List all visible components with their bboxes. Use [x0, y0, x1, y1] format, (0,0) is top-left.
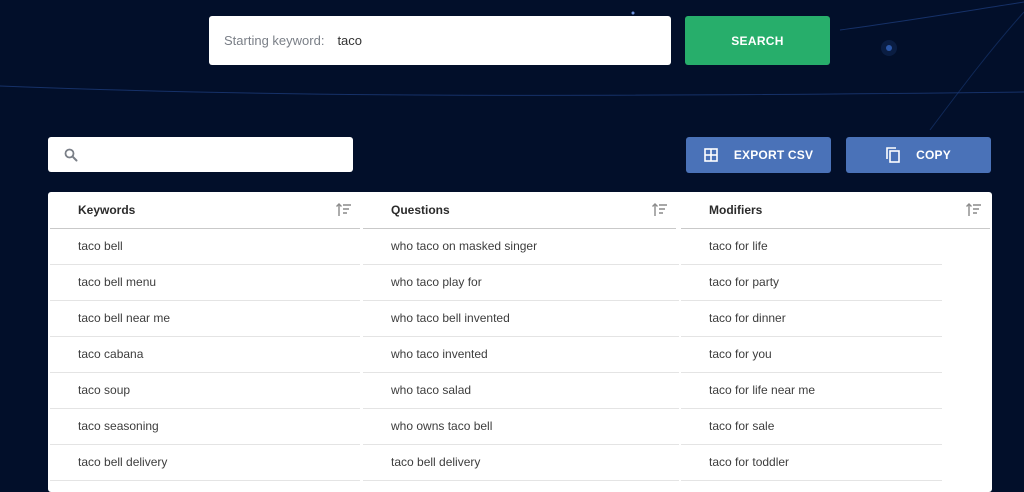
question-cell[interactable]: who taco play for — [363, 265, 679, 301]
keyword-cell[interactable]: taco seasoning — [50, 409, 360, 445]
modifier-cell[interactable]: taco for sale — [681, 409, 942, 445]
column-title-modifiers: Modifiers — [709, 203, 763, 217]
keyword-cell[interactable]: taco bell near me — [50, 301, 360, 337]
keyword-cell[interactable]: taco cabana — [50, 337, 360, 373]
column-title-questions: Questions — [391, 203, 450, 217]
question-cell[interactable]: who owns taco bell — [363, 409, 679, 445]
table-row: taco bell menu who taco play for taco fo… — [50, 265, 942, 301]
starting-keyword-field[interactable]: Starting keyword: — [209, 16, 671, 65]
question-cell[interactable]: who taco salad — [363, 373, 679, 409]
copy-label: COPY — [916, 148, 951, 162]
question-cell[interactable]: who taco invented — [363, 337, 679, 373]
export-csv-label: EXPORT CSV — [733, 148, 814, 162]
question-cell[interactable]: taco bell delivery — [363, 445, 679, 481]
filter-field[interactable] — [48, 137, 353, 172]
question-cell[interactable]: who taco bell invented — [363, 301, 679, 337]
modifier-cell[interactable]: taco for party — [681, 265, 942, 301]
table-row: taco cabana who taco invented taco for y… — [50, 337, 942, 373]
copy-icon — [886, 147, 900, 163]
grid-icon — [704, 148, 718, 162]
copy-button[interactable]: COPY — [846, 137, 991, 173]
column-header-questions[interactable]: Questions — [363, 192, 676, 229]
table-row: taco bell who taco on masked singer taco… — [50, 229, 942, 265]
starting-keyword-input[interactable] — [337, 33, 638, 48]
modifier-cell[interactable]: taco for life near me — [681, 373, 942, 409]
search-button[interactable]: SEARCH — [685, 16, 830, 65]
column-title-keywords: Keywords — [78, 203, 136, 217]
keyword-cell[interactable]: taco bell delivery — [50, 445, 360, 481]
modifier-cell[interactable]: taco for you — [681, 337, 942, 373]
sort-icon[interactable] — [966, 203, 982, 217]
table-row: taco bell delivery taco bell delivery ta… — [50, 445, 942, 481]
modifier-cell[interactable]: taco for dinner — [681, 301, 942, 337]
modifier-cell[interactable]: taco for life — [681, 229, 942, 265]
keyword-cell[interactable]: taco bell — [50, 229, 360, 265]
table-row: taco bell near me who taco bell invented… — [50, 301, 942, 337]
results-table: Keywords Questions Modifiers taco bell w… — [48, 192, 992, 492]
table-row: taco seasoning who owns taco bell taco f… — [50, 409, 942, 445]
column-header-keywords[interactable]: Keywords — [50, 192, 360, 229]
keyword-cell[interactable]: taco bell menu — [50, 265, 360, 301]
starting-keyword-label: Starting keyword: — [224, 33, 325, 48]
filter-input[interactable] — [86, 147, 336, 162]
keyword-cell[interactable]: taco soup — [50, 373, 360, 409]
export-csv-button[interactable]: EXPORT CSV — [686, 137, 831, 173]
question-cell[interactable]: who taco on masked singer — [363, 229, 679, 265]
modifier-cell[interactable]: taco for toddler — [681, 445, 942, 481]
sort-icon[interactable] — [652, 203, 668, 217]
column-header-modifiers[interactable]: Modifiers — [681, 192, 990, 229]
table-row: taco soup who taco salad taco for life n… — [50, 373, 942, 409]
search-icon — [64, 148, 78, 161]
sort-icon[interactable] — [336, 203, 352, 217]
